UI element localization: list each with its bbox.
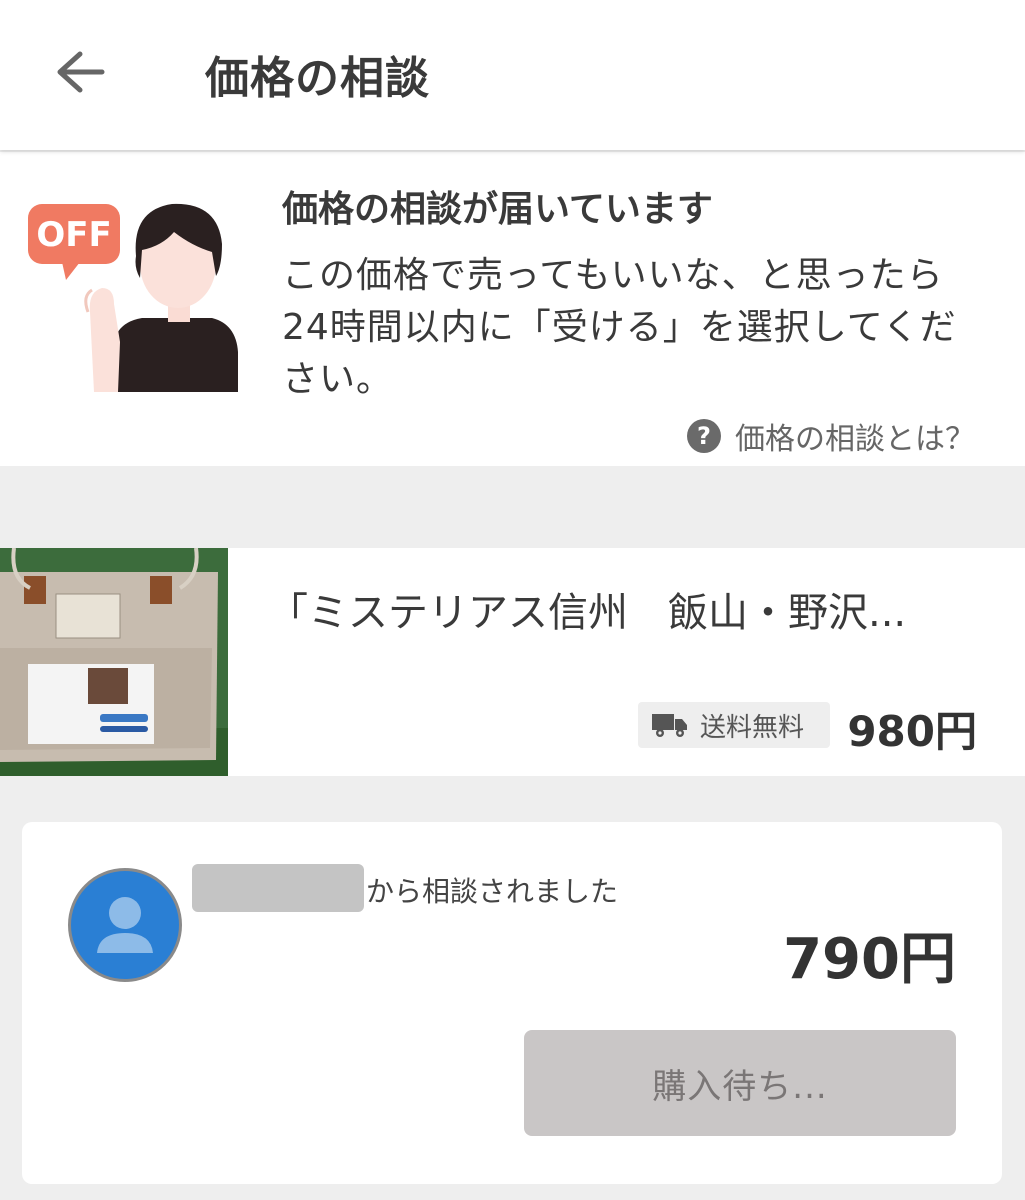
seller-illustration: OFF	[22, 192, 242, 392]
question-circle-icon: ?	[687, 419, 721, 453]
off-badge-text: OFF	[36, 215, 111, 255]
back-button[interactable]	[50, 46, 110, 98]
awaiting-purchase-button[interactable]: 購入待ち...	[524, 1030, 956, 1136]
product-row[interactable]: 「ミステリアス信州 飯山・野沢... 送料無料 980円	[0, 548, 1025, 776]
user-icon	[97, 897, 153, 953]
offer-notice: OFF 価格の相談が届いています この価格で売ってもいいな、と思ったら24時間以…	[0, 152, 1025, 466]
offer-price: 790円	[783, 927, 956, 992]
help-link-label: 価格の相談とは？	[735, 422, 975, 457]
offer-card: から相談されました 790円 購入待ち...	[22, 822, 1002, 1184]
notice-body: この価格で売ってもいいな、と思ったら24時間以内に「受ける」を選択してください。	[282, 255, 957, 400]
product-name: 「ミステリアス信州 飯山・野沢...	[268, 590, 907, 636]
free-shipping-label: 送料無料	[700, 712, 805, 743]
arrow-left-icon	[57, 51, 105, 93]
product-price: 980円	[847, 707, 977, 756]
masked-username	[192, 864, 364, 912]
truck-icon	[652, 714, 687, 737]
product-thumbnail	[0, 548, 228, 776]
notice-title: 価格の相談が届いています	[282, 189, 713, 230]
help-link[interactable]: ? 価格の相談とは？	[687, 414, 975, 458]
page-title: 価格の相談	[205, 53, 430, 104]
offer-from-text: から相談されました	[366, 875, 619, 908]
avatar[interactable]	[68, 868, 182, 982]
off-badge-icon: OFF	[28, 204, 120, 280]
app-bar: 価格の相談	[0, 0, 1025, 150]
free-shipping-badge: 送料無料	[638, 702, 830, 748]
